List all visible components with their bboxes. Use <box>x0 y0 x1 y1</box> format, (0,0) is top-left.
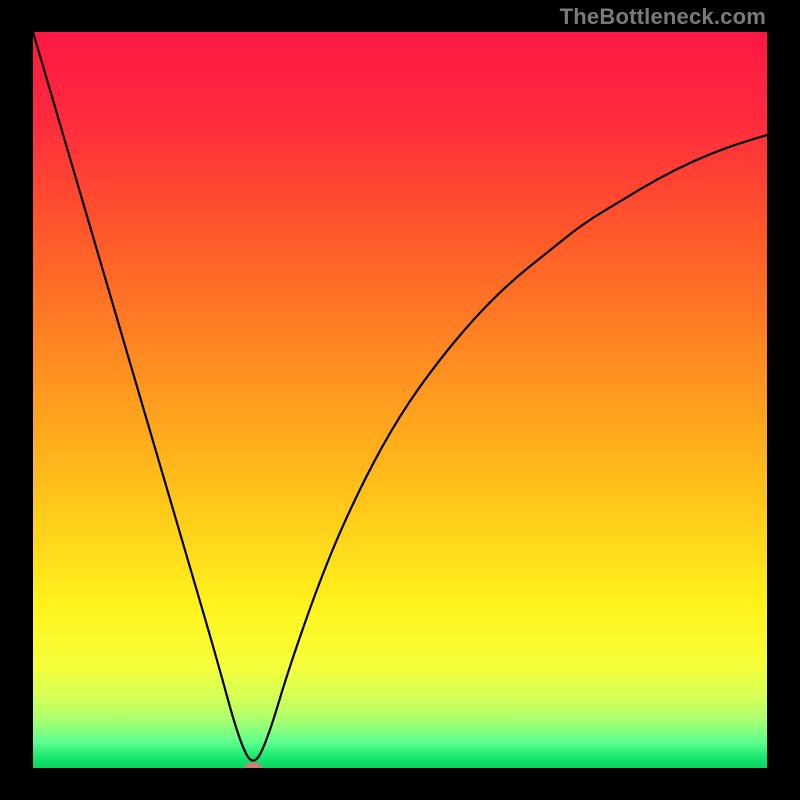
curve-layer <box>33 32 767 768</box>
bottleneck-curve <box>33 32 767 761</box>
watermark-text: TheBottleneck.com <box>560 4 766 30</box>
plot-area <box>33 32 767 768</box>
minimum-marker <box>244 763 262 769</box>
chart-frame: TheBottleneck.com <box>0 0 800 800</box>
